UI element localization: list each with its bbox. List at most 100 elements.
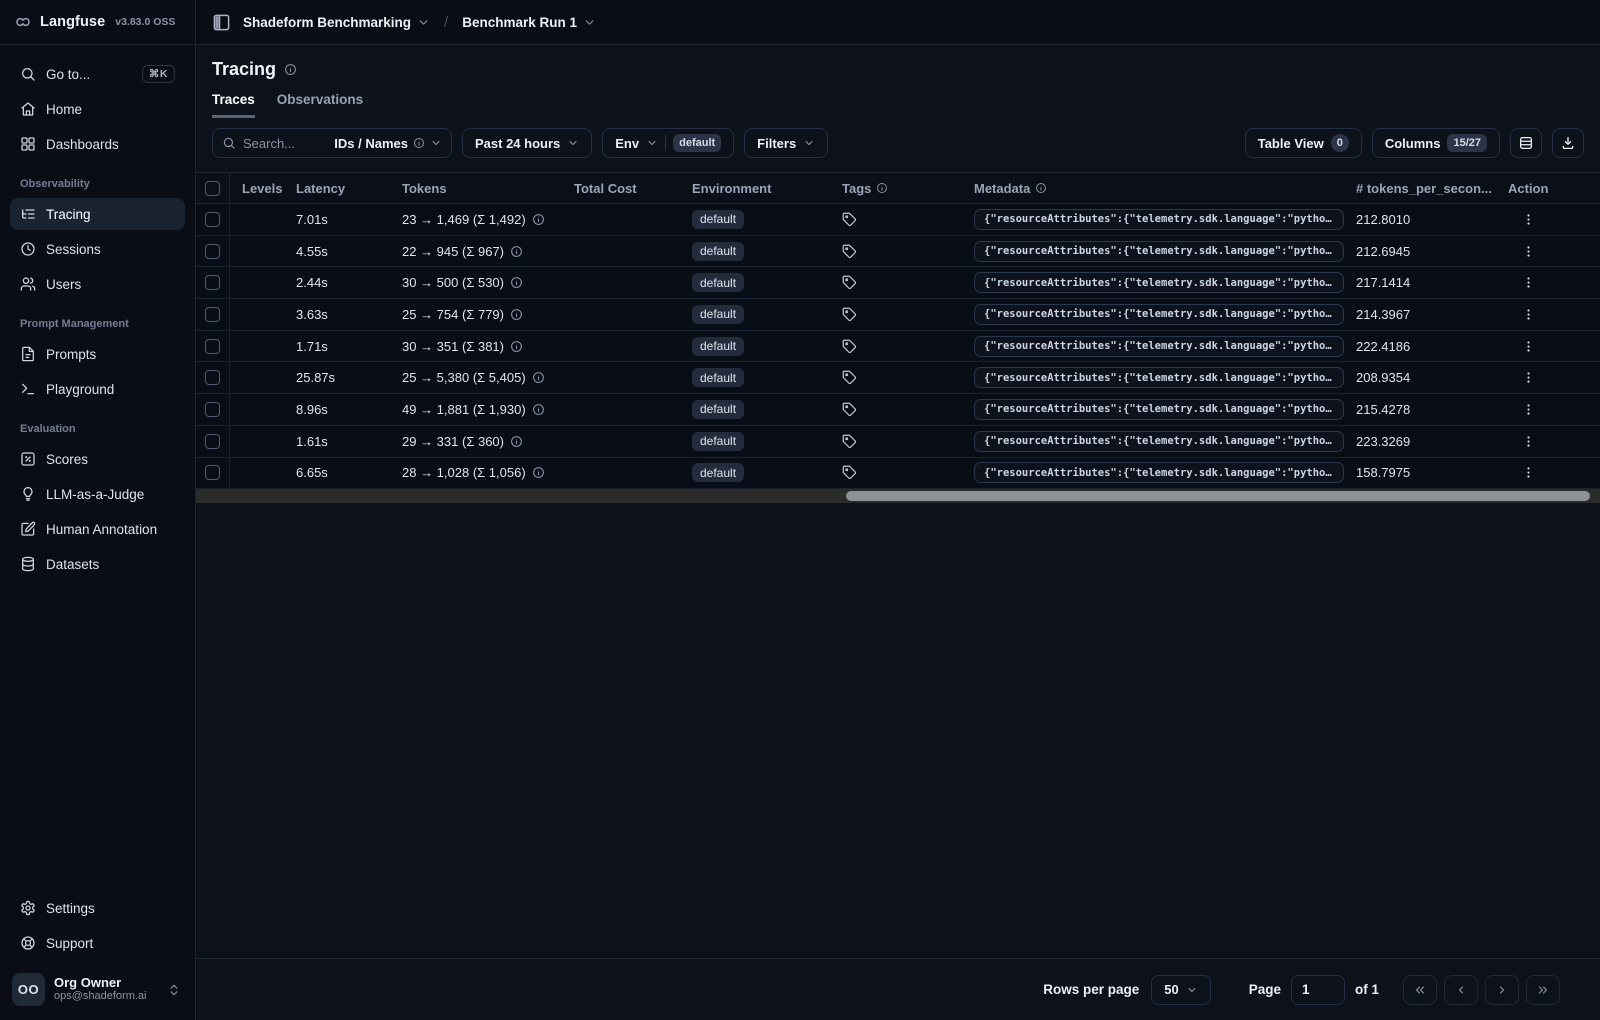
breadcrumb-run[interactable]: Benchmark Run 1 [462,15,596,30]
sidebar-item-datasets[interactable]: Datasets [10,548,185,580]
metadata-pill[interactable]: {"resourceAttributes":{"telemetry.sdk.la… [974,367,1344,389]
sidebar-item-llm-judge[interactable]: LLM-as-a-Judge [10,478,185,510]
tab-traces[interactable]: Traces [212,92,255,118]
table-row[interactable]: 8.96s 49 → 1,881 (Σ 1,930) default {"res… [196,394,1600,426]
sidebar-item-tracing[interactable]: Tracing [10,198,185,230]
tags-cell[interactable] [830,465,962,480]
first-page-button[interactable] [1403,974,1437,1005]
sidebar-item-label: Sessions [46,241,101,257]
scrollbar-thumb[interactable] [846,491,1590,502]
row-checkbox[interactable] [205,338,220,354]
metadata-pill[interactable]: {"resourceAttributes":{"telemetry.sdk.la… [974,398,1344,420]
sidebar-item-home[interactable]: Home [10,93,185,125]
table-row[interactable]: 4.55s 22 → 945 (Σ 967) default {"resourc… [196,235,1600,268]
sidebar-item-dashboards[interactable]: Dashboards [10,128,185,160]
metadata-pill[interactable]: {"resourceAttributes":{"telemetry.sdk.la… [974,335,1344,357]
breadcrumb-project[interactable]: Shadeform Benchmarking [243,15,430,30]
row-checkbox[interactable] [205,275,220,291]
metadata-pill[interactable]: {"resourceAttributes":{"telemetry.sdk.la… [974,240,1344,262]
select-all-checkbox[interactable] [205,180,220,196]
tags-cell[interactable] [830,244,962,259]
row-checkbox[interactable] [205,306,220,322]
row-checkbox[interactable] [205,465,220,481]
sidebar-item-support[interactable]: Support [10,927,185,959]
row-actions-button[interactable] [1496,212,1600,227]
column-header-metadata[interactable]: Metadata [962,181,1344,196]
search-mode-selector[interactable]: IDs / Names [334,136,442,151]
table-row[interactable]: 25.87s 25 → 5,380 (Σ 5,405) default {"re… [196,362,1600,395]
table-row[interactable]: 1.71s 30 → 351 (Σ 381) default {"resourc… [196,330,1600,363]
row-actions-button[interactable] [1496,434,1600,449]
column-header-environment[interactable]: Environment [680,181,830,196]
metadata-pill[interactable]: {"resourceAttributes":{"telemetry.sdk.la… [974,430,1344,452]
column-header-levels[interactable]: Levels [230,181,284,196]
sidebar-item-scores[interactable]: Scores [10,443,185,475]
metadata-pill[interactable]: {"resourceAttributes":{"telemetry.sdk.la… [974,272,1344,294]
next-page-button[interactable] [1485,974,1519,1005]
table-row[interactable]: 7.01s 23 → 1,469 (Σ 1,492) default {"res… [196,204,1600,236]
metadata-pill[interactable]: {"resourceAttributes":{"telemetry.sdk.la… [974,208,1344,230]
page-label: Page [1248,982,1281,997]
sidebar-item-label: Settings [46,900,95,916]
tags-cell[interactable] [830,402,962,417]
table-row[interactable]: 2.44s 30 → 500 (Σ 530) default {"resourc… [196,267,1600,300]
home-icon [20,101,36,117]
metadata-pill[interactable]: {"resourceAttributes":{"telemetry.sdk.la… [974,462,1344,484]
row-actions-button[interactable] [1496,465,1600,480]
sidebar-toggle-button[interactable] [212,13,231,32]
row-actions-button[interactable] [1496,402,1600,417]
last-page-button[interactable] [1526,974,1560,1005]
row-height-button[interactable] [1510,128,1542,158]
column-header-total-cost[interactable]: Total Cost [562,181,680,196]
rows-per-page-select[interactable]: 50 [1151,974,1211,1005]
sidebar-item-goto[interactable]: Go to... ⌘K [10,58,185,90]
row-actions-button[interactable] [1496,275,1600,290]
table-row[interactable]: 3.63s 25 → 754 (Σ 779) default {"resourc… [196,299,1600,331]
columns-button[interactable]: Columns 15/27 [1371,128,1500,158]
tags-cell[interactable] [830,370,962,385]
environment-filter-button[interactable]: Env default [602,128,735,158]
column-header-tags[interactable]: Tags [830,181,962,196]
row-checkbox[interactable] [205,401,220,417]
row-actions-button[interactable] [1496,244,1600,259]
sidebar-item-settings[interactable]: Settings [10,892,185,924]
previous-page-button[interactable] [1444,974,1478,1005]
sidebar-item-sessions[interactable]: Sessions [10,233,185,265]
tags-cell[interactable] [830,434,962,449]
user-menu[interactable]: OO Org Owner ops@shadeform.ai [10,969,185,1010]
tags-cell[interactable] [830,275,962,290]
row-checkbox-cell [196,204,230,235]
column-header-tokens-per-secon[interactable]: # tokens_per_secon... [1344,181,1496,196]
row-actions-button[interactable] [1496,339,1600,354]
metadata-pill[interactable]: {"resourceAttributes":{"telemetry.sdk.la… [974,303,1344,325]
column-header-latency[interactable]: Latency [284,181,390,196]
filters-button[interactable]: Filters [744,128,829,158]
row-checkbox[interactable] [205,211,220,227]
tags-cell[interactable] [830,307,962,322]
row-checkbox[interactable] [205,243,220,259]
row-checkbox[interactable] [205,370,220,386]
panel-left-icon [212,13,231,32]
table-row[interactable]: 6.65s 28 → 1,028 (Σ 1,056) default {"res… [196,457,1600,490]
column-header-action[interactable]: Action [1496,181,1600,196]
sidebar-item-users[interactable]: Users [10,268,185,300]
row-checkbox[interactable] [205,433,220,449]
export-button[interactable] [1552,128,1584,158]
row-actions-button[interactable] [1496,370,1600,385]
column-header-tokens[interactable]: Tokens [390,181,562,196]
tags-cell[interactable] [830,339,962,354]
sidebar-item-playground[interactable]: Playground [10,373,185,405]
kebab-menu-icon [1521,244,1536,259]
row-actions-button[interactable] [1496,307,1600,322]
time-range-button[interactable]: Past 24 hours [462,128,593,158]
tags-cell[interactable] [830,212,962,227]
table-row[interactable]: 1.61s 29 → 331 (Σ 360) default {"resourc… [196,425,1600,458]
tab-observations[interactable]: Observations [277,92,363,118]
sidebar-item-prompts[interactable]: Prompts [10,338,185,370]
sidebar-item-human-annotation[interactable]: Human Annotation [10,513,185,545]
horizontal-scrollbar[interactable] [196,489,1600,504]
search-input[interactable] [243,135,328,151]
table-view-button[interactable]: Table View 0 [1244,128,1362,158]
page-number-input[interactable] [1290,974,1345,1005]
search-box[interactable]: IDs / Names [212,128,452,158]
